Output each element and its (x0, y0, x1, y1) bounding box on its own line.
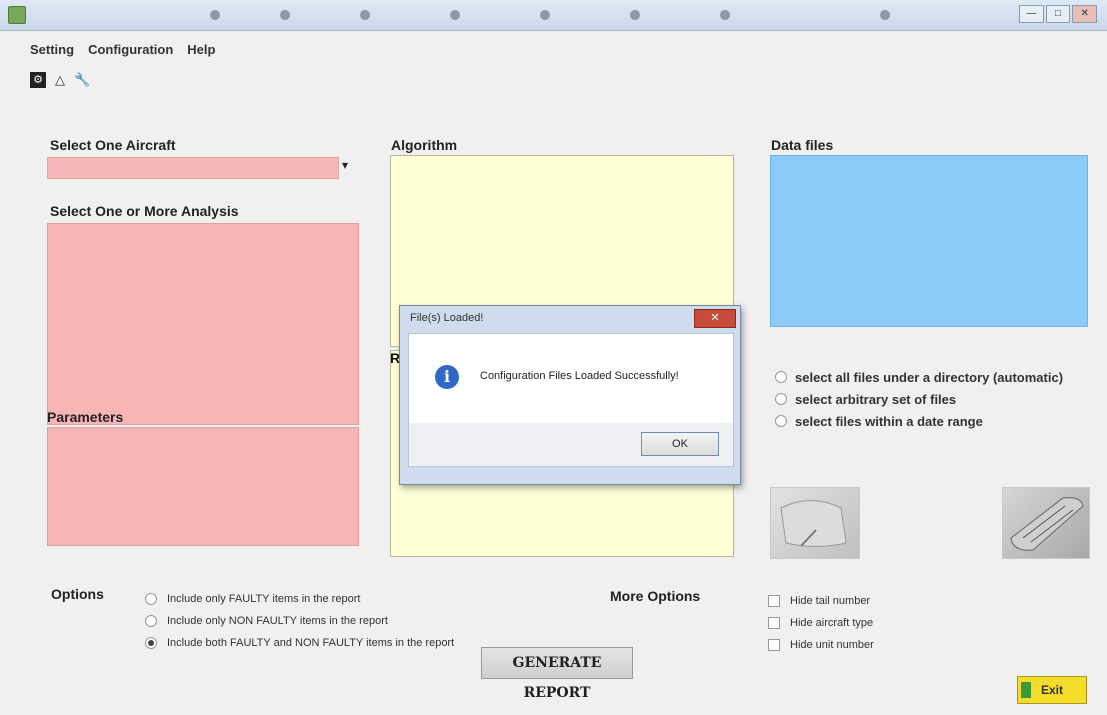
file-loaded-dialog: File(s) Loaded! ✕ i Configuration Files … (399, 305, 741, 485)
chevron-down-icon[interactable]: ▾ (342, 158, 348, 172)
maximize-button[interactable]: □ (1045, 5, 1071, 23)
file-mode-label: select arbitrary set of files (795, 391, 957, 407)
menu-help[interactable]: Help (187, 42, 215, 62)
minimize-button[interactable]: — (1019, 5, 1044, 23)
more-options-group: Hide tail number Hide aircraft type Hide… (768, 590, 874, 656)
file-mode-label: select files within a date range (795, 413, 983, 429)
dialog-message: Configuration Files Loaded Successfully! (480, 370, 679, 382)
checkbox[interactable] (768, 639, 780, 651)
menu-bar: Setting Configuration Help (30, 42, 215, 62)
generate-report-button[interactable]: GENERATE REPORT (481, 647, 633, 701)
titlebar-decoration (630, 10, 640, 20)
titlebar-decoration (280, 10, 290, 20)
titlebar-decoration (210, 10, 220, 20)
info-icon: i (435, 365, 459, 389)
option-both[interactable]: Include both FAULTY and NON FAULTY items… (145, 632, 454, 654)
warning-icon[interactable]: △ (52, 72, 68, 88)
analysis-list[interactable] (47, 223, 359, 425)
dialog-title: File(s) Loaded! (410, 312, 484, 324)
radio-button-selected[interactable] (145, 637, 157, 649)
wrench-icon[interactable]: 🔧 (74, 72, 90, 88)
checkbox-label: Hide tail number (790, 595, 871, 607)
options-label: Options (51, 586, 104, 602)
hide-unit-number-option[interactable]: Hide unit number (768, 634, 874, 656)
exit-icon (1021, 682, 1031, 698)
datafiles-list[interactable] (770, 155, 1088, 327)
dialog-ok-button[interactable]: OK (641, 432, 719, 456)
titlebar-decoration (540, 10, 550, 20)
menu-setting[interactable]: Setting (30, 42, 74, 62)
checkbox[interactable] (768, 595, 780, 607)
exit-button[interactable]: Exit (1017, 676, 1087, 704)
wing-thumbnail-left[interactable] (770, 487, 860, 559)
app-icon (8, 6, 26, 24)
aircraft-select[interactable] (47, 157, 339, 179)
radio-button[interactable] (775, 393, 787, 405)
close-window-button[interactable]: ✕ (1072, 5, 1098, 23)
dialog-close-button[interactable]: ✕ (694, 309, 736, 328)
title-bar: — □ ✕ (0, 0, 1107, 31)
titlebar-decoration (450, 10, 460, 20)
option-label: Include only FAULTY items in the report (167, 593, 361, 605)
parameters-list[interactable] (47, 427, 359, 546)
file-mode-option[interactable]: select arbitrary set of files (775, 388, 1063, 410)
radio-button[interactable] (775, 371, 787, 383)
radio-button[interactable] (775, 415, 787, 427)
titlebar-decoration (880, 10, 890, 20)
algorithm-label: Algorithm (391, 137, 458, 153)
option-nonfaulty-only[interactable]: Include only NON FAULTY items in the rep… (145, 610, 454, 632)
parameters-label: Parameters (47, 409, 124, 425)
radio-button[interactable] (145, 615, 157, 627)
window-controls: — □ ✕ (1019, 5, 1098, 23)
checkbox[interactable] (768, 617, 780, 629)
file-mode-option[interactable]: select files within a date range (775, 410, 1063, 432)
toolbar: ⚙ △ 🔧 (30, 72, 90, 90)
options-group: Include only FAULTY items in the report … (145, 588, 454, 654)
hide-aircraft-type-option[interactable]: Hide aircraft type (768, 612, 874, 634)
analysis-label: Select One or More Analysis (50, 203, 239, 219)
settings-icon[interactable]: ⚙ (30, 72, 46, 88)
file-mode-group: select all files under a directory (auto… (775, 366, 1063, 432)
option-label: Include both FAULTY and NON FAULTY items… (167, 637, 455, 649)
more-options-label: More Options (610, 588, 701, 604)
wing-icon (1010, 497, 1084, 551)
menu-configuration[interactable]: Configuration (88, 42, 173, 62)
file-mode-label: select all files under a directory (auto… (795, 369, 1064, 385)
titlebar-decoration (360, 10, 370, 20)
option-faulty-only[interactable]: Include only FAULTY items in the report (145, 588, 454, 610)
file-mode-option[interactable]: select all files under a directory (auto… (775, 366, 1063, 388)
exit-label: Exit (1040, 683, 1063, 697)
hide-tail-number-option[interactable]: Hide tail number (768, 590, 874, 612)
checkbox-label: Hide aircraft type (790, 617, 874, 629)
aircraft-label: Select One Aircraft (50, 137, 176, 153)
wing-icon (780, 500, 847, 547)
titlebar-decoration (720, 10, 730, 20)
option-label: Include only NON FAULTY items in the rep… (167, 615, 388, 627)
datafiles-label: Data files (771, 137, 834, 153)
radio-button[interactable] (145, 593, 157, 605)
wing-thumbnail-right[interactable] (1002, 487, 1090, 559)
checkbox-label: Hide unit number (790, 639, 874, 651)
